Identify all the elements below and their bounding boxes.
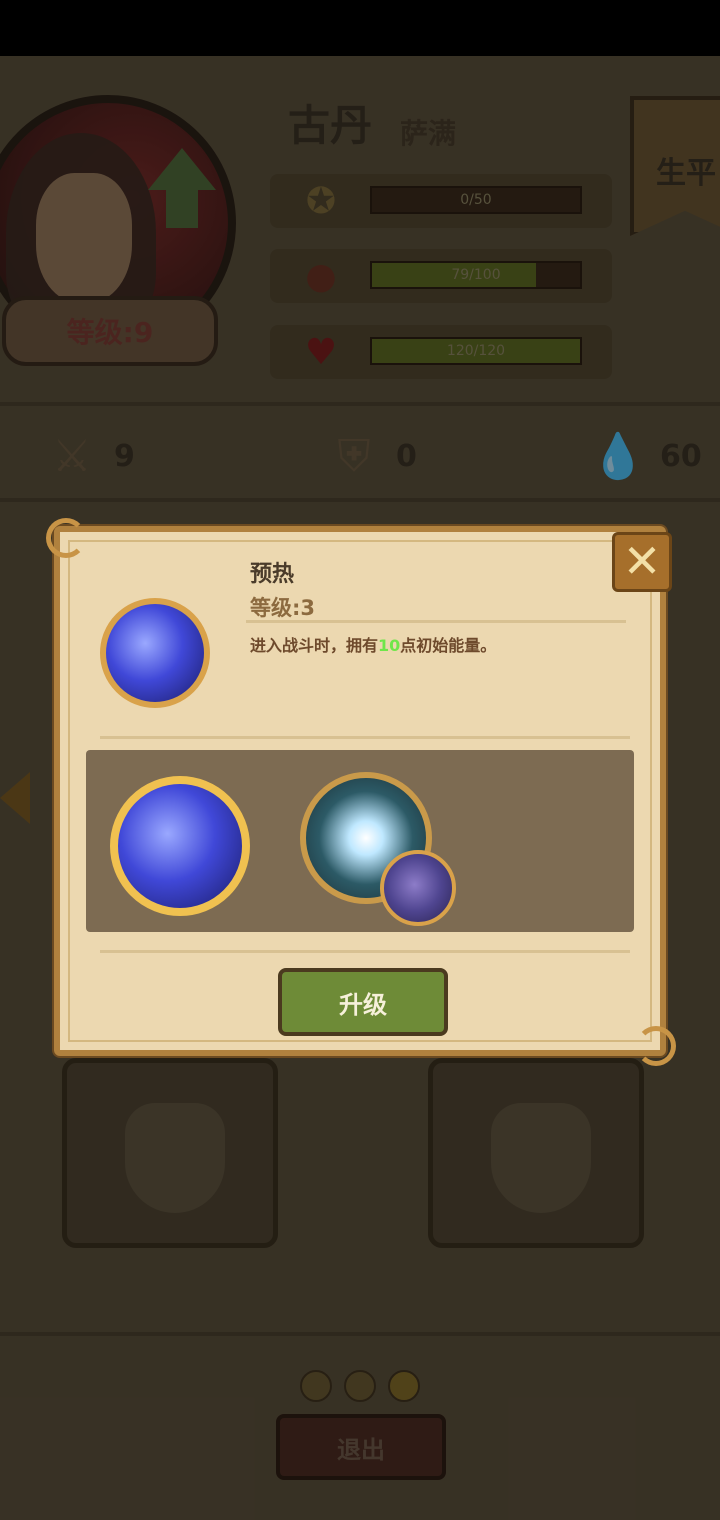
upgrade-button[interactable]: 升级 bbox=[278, 968, 448, 1036]
skill-icon bbox=[100, 598, 210, 708]
corner-ornament-icon bbox=[46, 518, 86, 558]
corner-ornament-icon bbox=[636, 1026, 676, 1066]
current-skill-orb-icon[interactable] bbox=[110, 776, 250, 916]
title-divider bbox=[246, 620, 626, 623]
skill-description-prefix: 进入战斗时，拥有 bbox=[250, 636, 379, 655]
section-divider bbox=[100, 736, 630, 739]
skill-description-suffix: 点初始能量。 bbox=[400, 636, 497, 655]
close-icon: ✕ bbox=[622, 534, 662, 588]
rune-badge-icon bbox=[380, 850, 456, 926]
skill-name: 预热 bbox=[250, 562, 295, 587]
skill-description-value: 10 bbox=[378, 636, 401, 655]
close-button[interactable]: ✕ bbox=[612, 532, 672, 592]
skill-upgrade-dialog: ✕ 预热 等级:3 进入战斗时，拥有10点初始能量。 升级 bbox=[46, 518, 676, 1066]
status-bar bbox=[0, 0, 720, 56]
bottom-divider bbox=[100, 950, 630, 953]
skill-level: 等级:3 bbox=[250, 596, 316, 620]
skill-description: 进入战斗时，拥有10点初始能量。 bbox=[250, 632, 496, 656]
